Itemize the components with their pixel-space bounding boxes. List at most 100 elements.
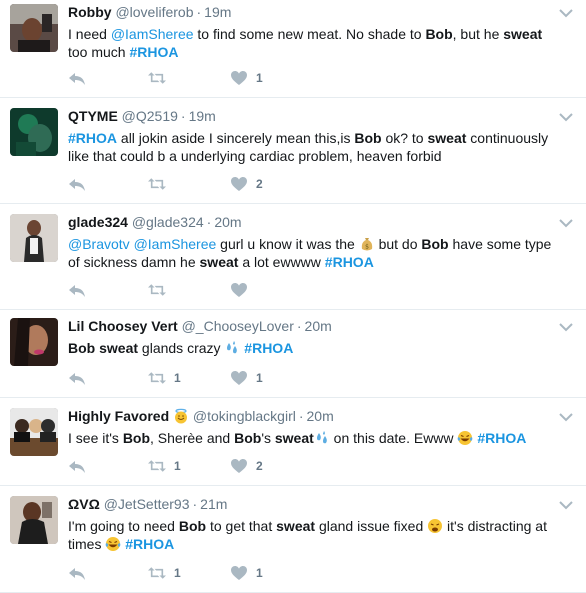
avatar[interactable] xyxy=(10,318,58,366)
reply-button[interactable] xyxy=(68,564,86,584)
tweet-actions: 1 1 xyxy=(68,564,368,584)
avatar[interactable] xyxy=(10,496,58,544)
chevron-down-icon[interactable] xyxy=(558,216,574,228)
like-button[interactable]: 2 xyxy=(230,457,263,477)
avatar[interactable] xyxy=(10,108,58,156)
reply-icon xyxy=(69,178,85,191)
svg-text:$: $ xyxy=(365,244,369,251)
tweet[interactable]: Highly Favored @tokingblackgirl · 20m I se… xyxy=(0,398,586,486)
heart-icon xyxy=(231,370,247,385)
retweet-button[interactable] xyxy=(148,175,174,195)
timestamp[interactable]: 20m xyxy=(214,214,241,230)
user-handle[interactable]: @_ChooseyLover xyxy=(182,318,294,334)
chevron-down-icon[interactable] xyxy=(558,110,574,122)
tweet-text-segment: gland issue fixed xyxy=(315,518,428,534)
tears-of-joy-emoji xyxy=(105,536,121,552)
like-button[interactable]: 1 xyxy=(230,369,263,389)
reply-icon xyxy=(69,460,85,473)
weary-face-emoji xyxy=(427,518,443,534)
tweet[interactable]: glade324 @glade324 · 20m @Bravotv @IamSher… xyxy=(0,204,586,310)
user-handle[interactable]: @tokingblackgirl xyxy=(193,408,296,424)
tweet-text: I need @IamSheree to find some new meat.… xyxy=(68,25,556,61)
heart-icon xyxy=(231,176,247,191)
like-button[interactable]: 1 xyxy=(230,69,263,89)
tweet-header: Lil Choosey Vert @_ChooseyLover · 20m xyxy=(68,314,556,338)
tweet-actions: 1 2 xyxy=(68,457,368,477)
tweet-text-segment: times xyxy=(68,536,106,552)
chevron-down-icon[interactable] xyxy=(558,410,574,422)
display-name[interactable]: ΩVΩ xyxy=(68,496,100,512)
hashtag-link[interactable]: #RHOA xyxy=(68,130,117,146)
display-name[interactable]: Lil Choosey Vert xyxy=(68,318,178,334)
tweet-feed: Robby @loveliferob · 19m I need @IamSheree… xyxy=(0,0,586,593)
sweat-droplets-emoji xyxy=(314,430,330,446)
reply-icon xyxy=(69,567,85,580)
tweet[interactable]: QTYME @Q2519 · 19m #RHOA all jokin aside I… xyxy=(0,98,586,204)
mention-link[interactable]: @Bravotv xyxy=(68,236,130,252)
tweet-text-segment: sweat xyxy=(276,518,316,534)
tweet-text: Bob sweat glands crazy #RHOA xyxy=(68,339,556,357)
display-name[interactable]: glade324 xyxy=(68,214,128,230)
tweet-text-segment: all jokin aside I sincerely mean this,is xyxy=(117,130,355,146)
tweet-text-segment: ok? to xyxy=(381,130,428,146)
user-handle[interactable]: @glade324 xyxy=(132,214,204,230)
tweet-text: #RHOA all jokin aside I sincerely mean t… xyxy=(68,129,556,165)
like-button[interactable]: 2 xyxy=(230,175,263,195)
retweet-button[interactable]: 1 xyxy=(148,457,181,477)
tweet-actions: 1 1 xyxy=(68,369,368,389)
tweet[interactable]: ΩVΩ @JetSetter93 · 21m I'm going to need B… xyxy=(0,486,586,593)
tweet-text-segment: Bob xyxy=(421,236,449,252)
hashtag-link[interactable]: #RHOA xyxy=(325,254,374,270)
mention-link[interactable]: @IamSheree xyxy=(134,236,217,252)
mention-link[interactable]: @IamSheree xyxy=(111,26,194,42)
hashtag-link[interactable]: #RHOA xyxy=(129,44,178,60)
tweet-text: I see it's Bob, Sherèe and Bob's sweat o… xyxy=(68,429,556,447)
tweet-text-segment: gurl u know it was the xyxy=(216,236,359,252)
timestamp[interactable]: 19m xyxy=(189,108,216,124)
retweet-button[interactable]: 1 xyxy=(148,564,181,584)
hashtag-link[interactable]: #RHOA xyxy=(125,536,174,552)
timestamp[interactable]: 20m xyxy=(305,318,332,334)
like-button[interactable]: 1 xyxy=(230,564,263,584)
reply-button[interactable] xyxy=(68,369,86,389)
user-handle[interactable]: @Q2519 xyxy=(122,108,178,124)
retweet-count: 1 xyxy=(174,370,181,385)
user-handle[interactable]: @loveliferob xyxy=(115,4,193,20)
reply-button[interactable] xyxy=(68,281,86,301)
tweet-text-segment: sweat xyxy=(274,430,314,446)
display-name[interactable]: Highly Favored xyxy=(68,408,169,424)
moneybag-emoji: $ xyxy=(359,236,375,252)
tweet-text-segment: but do xyxy=(374,236,422,252)
chevron-down-icon[interactable] xyxy=(558,6,574,18)
reply-button[interactable] xyxy=(68,175,86,195)
timestamp[interactable]: 21m xyxy=(200,496,227,512)
reply-button[interactable] xyxy=(68,69,86,89)
display-name[interactable]: Robby xyxy=(68,4,112,20)
tweet-text-segment: Bob xyxy=(425,26,453,42)
reply-button[interactable] xyxy=(68,457,86,477)
avatar[interactable] xyxy=(10,408,58,456)
chevron-down-icon[interactable] xyxy=(558,320,574,332)
timestamp[interactable]: 20m xyxy=(307,408,334,424)
hashtag-link[interactable]: #RHOA xyxy=(244,340,293,356)
user-handle[interactable]: @JetSetter93 xyxy=(104,496,190,512)
heart-icon xyxy=(231,458,247,473)
tweet[interactable]: Lil Choosey Vert @_ChooseyLover · 20m Bob … xyxy=(0,310,586,398)
tweet-text-segment: Bob xyxy=(234,430,262,446)
retweet-button[interactable] xyxy=(148,69,174,89)
retweet-button[interactable]: 1 xyxy=(148,369,181,389)
timestamp[interactable]: 19m xyxy=(204,4,231,20)
tweet[interactable]: Robby @loveliferob · 19m I need @IamSheree… xyxy=(0,0,586,98)
retweet-button[interactable] xyxy=(148,281,174,301)
display-name[interactable]: QTYME xyxy=(68,108,118,124)
tweet-text-segment: sweat xyxy=(199,254,239,270)
chevron-down-icon[interactable] xyxy=(558,498,574,510)
tweet-text-segment: , but he xyxy=(452,26,504,42)
avatar[interactable] xyxy=(10,4,58,52)
like-button[interactable] xyxy=(230,281,256,301)
reply-icon xyxy=(69,72,85,85)
retweet-icon xyxy=(148,372,166,384)
avatar[interactable] xyxy=(10,214,58,262)
tweet-text-segment: on this date. Ewww xyxy=(329,430,458,446)
hashtag-link[interactable]: #RHOA xyxy=(477,430,526,446)
